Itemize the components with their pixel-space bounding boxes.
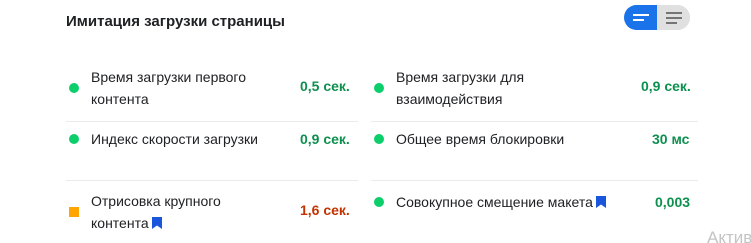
metric-value-wrap: 0,9 сек. (641, 78, 691, 94)
metric-value: 0,5 сек. (300, 78, 350, 94)
metric-value: 1,6 сек. (300, 202, 350, 218)
metric-total-blocking-time: Общее время блокировки (374, 128, 564, 150)
metric-label: Отрисовка крупного контента (91, 190, 221, 234)
toggle-compact-view-button[interactable] (624, 5, 657, 30)
divider (66, 180, 358, 181)
metric-label: Совокупное смещение макета (396, 191, 606, 213)
metric-label-text: Совокупное смещение макета (396, 194, 593, 210)
toggle-list-view-button[interactable] (657, 5, 690, 30)
metric-speed-index: Индекс скорости загрузки (69, 128, 258, 150)
metric-label: Время загрузки первого контента (91, 66, 246, 110)
view-list-icon (665, 11, 682, 24)
metric-value: 30 мс (652, 131, 690, 147)
metric-label-line2: взаимодействия (396, 91, 503, 107)
good-status-icon (374, 83, 384, 93)
metric-time-to-interactive: Время загрузки для взаимодействия (374, 66, 524, 110)
metric-label-line1: Время загрузки первого (91, 69, 247, 85)
good-status-icon (69, 134, 79, 144)
metric-label: Общее время блокировки (396, 131, 565, 147)
metric-value-wrap: 0,5 сек. (300, 78, 350, 94)
metric-label-line2: контента (91, 215, 149, 231)
good-status-icon (374, 197, 384, 207)
metric-value: 0,9 сек. (300, 131, 350, 147)
divider (66, 121, 358, 122)
metric-value-wrap: 0,9 сек. (300, 128, 350, 150)
metric-label: Индекс скорости загрузки (91, 131, 258, 147)
metric-first-contentful-paint: Время загрузки первого контента (69, 66, 246, 110)
average-status-icon (69, 207, 79, 217)
section-title: Имитация загрузки страницы (66, 13, 285, 30)
bookmark-icon[interactable] (595, 196, 606, 208)
good-status-icon (374, 134, 384, 144)
metric-value-wrap: 0,003 (655, 191, 690, 213)
metric-value: 0,9 сек. (641, 78, 691, 94)
metric-largest-contentful-paint: Отрисовка крупного контента (69, 190, 221, 234)
metric-cumulative-layout-shift: Совокупное смещение макета (374, 191, 606, 213)
metric-label-line1: Время загрузки для (396, 69, 525, 85)
bookmark-icon[interactable] (151, 217, 162, 229)
good-status-icon (69, 83, 79, 93)
divider (371, 121, 698, 122)
view-compact-icon (632, 13, 649, 21)
metric-value: 0,003 (655, 194, 691, 210)
metric-label-line2: контента (91, 91, 149, 107)
metric-value-wrap: 1,6 сек. (300, 202, 350, 218)
view-toggle[interactable] (624, 5, 690, 30)
metric-label: Время загрузки для взаимодействия (396, 66, 524, 110)
activation-watermark: Актив (707, 228, 751, 243)
divider (371, 180, 698, 181)
metric-label-line1: Отрисовка крупного (91, 193, 221, 209)
metric-value-wrap: 30 мс (652, 128, 689, 150)
